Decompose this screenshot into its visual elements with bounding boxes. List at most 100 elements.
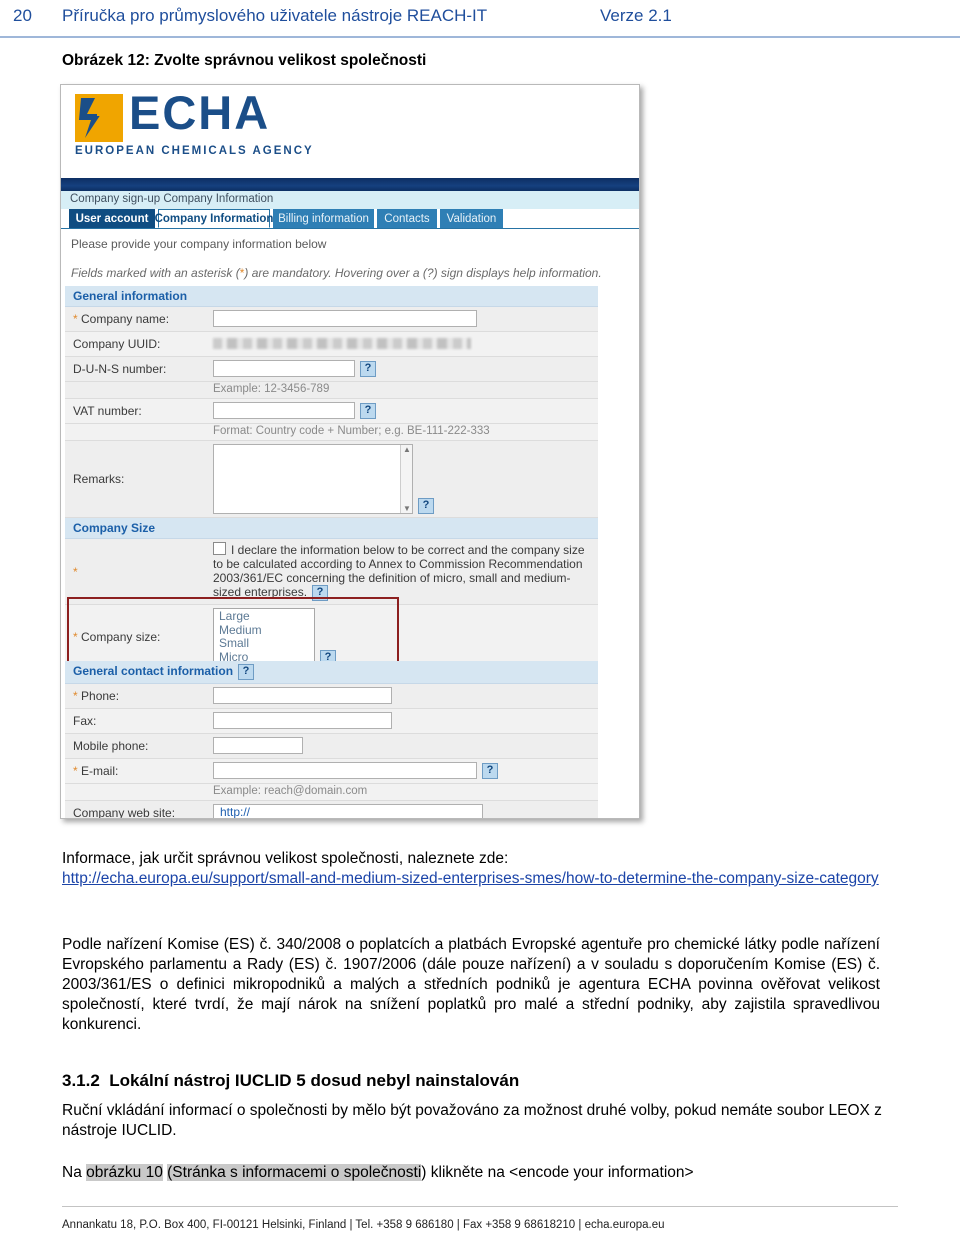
label-company-name: * Company name: bbox=[73, 312, 170, 326]
general-information-table: General information * Company name: Comp… bbox=[65, 286, 598, 518]
iuclid-paragraph: Ruční vkládání informací o společnosti b… bbox=[62, 1102, 882, 1139]
label-company-uuid: Company UUID: bbox=[73, 337, 161, 351]
help-icon-declaration[interactable]: ? bbox=[312, 585, 329, 601]
row-vat-number: VAT number: ? bbox=[65, 398, 598, 424]
form-instruction-secondary: Fields marked with an asterisk (*) are m… bbox=[71, 266, 602, 280]
regulation-paragraph: Podle nařízení Komise (ES) č. 340/2008 o… bbox=[62, 936, 880, 1033]
help-icon-email[interactable]: ? bbox=[482, 762, 498, 779]
echa-star-logo-icon bbox=[75, 94, 123, 142]
highlight-figure-ref: obrázku 10 bbox=[86, 1164, 163, 1181]
textarea-remarks[interactable] bbox=[213, 444, 413, 514]
required-asterisk: * bbox=[73, 564, 78, 579]
row-remarks: Remarks: ? bbox=[65, 440, 598, 518]
value-company-uuid-redacted bbox=[213, 338, 471, 350]
section-header-row: Company Size bbox=[65, 518, 598, 539]
input-fax[interactable] bbox=[213, 712, 392, 730]
label-company-web-site: Company web site: bbox=[73, 806, 176, 819]
required-asterisk: * bbox=[73, 630, 78, 644]
section-heading: 3.1.2 Lokální nástroj IUCLID 5 dosud neb… bbox=[62, 1071, 519, 1091]
row-phone: * Phone: bbox=[65, 683, 598, 709]
checkbox-declaration[interactable] bbox=[213, 542, 226, 555]
listbox-company-size[interactable]: Large Medium Small Micro bbox=[213, 608, 315, 666]
last-line-pre: Na bbox=[62, 1164, 87, 1181]
echa-logo-band: ECHA EUROPEAN CHEMICALS AGENCY bbox=[61, 85, 639, 178]
input-duns-number[interactable] bbox=[213, 360, 355, 378]
section-company-size: Company Size bbox=[65, 518, 598, 539]
instruction-last-line: Na obrázku 10 (Stránka s informacemi o s… bbox=[62, 1163, 922, 1183]
footer-address: Annankatu 18, P.O. Box 400, FI-00121 Hel… bbox=[62, 1219, 665, 1231]
page-number: 20 bbox=[13, 6, 32, 25]
embedded-screenshot: ECHA EUROPEAN CHEMICALS AGENCY Company s… bbox=[60, 84, 640, 819]
section-header-row: General contact information? bbox=[65, 661, 598, 684]
company-size-table: Company Size * I declare the information… bbox=[65, 518, 598, 670]
tab-contacts[interactable]: Contacts bbox=[377, 209, 437, 228]
page-running-header: 20 Příručka pro průmyslového uživatele n… bbox=[0, 0, 960, 38]
row-company-name: * Company name: bbox=[65, 306, 598, 332]
input-company-name[interactable] bbox=[213, 310, 477, 328]
remarks-scrollbar[interactable] bbox=[400, 445, 412, 513]
hint-duns-example: Example: 12-3456-789 bbox=[213, 383, 330, 395]
help-icon-remarks[interactable]: ? bbox=[418, 498, 434, 514]
tab-company-information[interactable]: Company Information bbox=[155, 209, 273, 228]
section-general-information: General information bbox=[65, 286, 598, 307]
input-vat-number[interactable] bbox=[213, 402, 355, 420]
section-general-contact-information: General contact information? bbox=[65, 661, 598, 684]
row-company-size: * Company size: Large Medium Small Micro? bbox=[65, 604, 598, 670]
section-header-row: General information bbox=[65, 286, 598, 307]
tab-validation[interactable]: Validation bbox=[440, 209, 503, 228]
row-declaration: * I declare the information below to be … bbox=[65, 538, 598, 605]
echa-wordmark: ECHA bbox=[129, 86, 271, 139]
row-vat-format: Format: Country code + Number; e.g. BE-1… bbox=[65, 423, 598, 441]
document-title: Příručka pro průmyslového uživatele nást… bbox=[62, 6, 488, 25]
footer-divider bbox=[62, 1206, 898, 1207]
label-vat-number: VAT number: bbox=[73, 404, 142, 418]
tab-billing-information[interactable]: Billing information bbox=[273, 209, 374, 228]
breadcrumb: Company sign-up Company Information bbox=[61, 191, 639, 209]
figure-caption: Obrázek 12: Zvolte správnou velikost spo… bbox=[62, 52, 427, 69]
label-email: * E-mail: bbox=[73, 764, 119, 778]
hint-email-example: Example: reach@domain.com bbox=[213, 785, 368, 797]
help-icon-vat[interactable]: ? bbox=[360, 402, 376, 419]
highlight-page-name: (Stránka s informacemi o společnosti bbox=[167, 1164, 422, 1181]
label-phone: * Phone: bbox=[73, 689, 120, 703]
row-email: * E-mail: ? bbox=[65, 758, 598, 784]
option-large[interactable]: Large bbox=[214, 609, 314, 624]
hint-vat-format: Format: Country code + Number; e.g. BE-1… bbox=[213, 425, 490, 437]
instruction-post: ) are mandatory. Hovering over a (?) sig… bbox=[244, 266, 602, 280]
row-company-web-site: Company web site: http:// bbox=[65, 800, 598, 819]
input-mobile-phone[interactable] bbox=[213, 737, 303, 755]
tab-bar: User account Company Information Billing… bbox=[61, 209, 639, 229]
breadcrumb-text: Company sign-up Company Information bbox=[70, 193, 274, 205]
info-line: Informace, jak určit správnou velikost s… bbox=[62, 850, 509, 867]
row-duns-number: D-U-N-S number: ? bbox=[65, 356, 598, 382]
echa-tagline: EUROPEAN CHEMICALS AGENCY bbox=[75, 145, 314, 157]
row-email-example: Example: reach@domain.com bbox=[65, 783, 598, 801]
row-mobile-phone: Mobile phone: bbox=[65, 733, 598, 759]
general-contact-information-table: General contact information? * Phone: Fa… bbox=[65, 661, 598, 819]
option-small[interactable]: Small bbox=[214, 636, 314, 651]
form-instruction-primary: Please provide your company information … bbox=[71, 237, 327, 251]
help-icon-contact-section[interactable]: ? bbox=[238, 664, 255, 680]
help-icon-duns[interactable]: ? bbox=[360, 360, 376, 377]
section-heading-text: Lokální nástroj IUCLID 5 dosud nebyl nai… bbox=[109, 1071, 520, 1090]
row-company-uuid: Company UUID: bbox=[65, 331, 598, 357]
label-fax: Fax: bbox=[73, 714, 97, 728]
input-phone[interactable] bbox=[213, 687, 392, 705]
instruction-pre: Fields marked with an asterisk ( bbox=[71, 266, 240, 280]
label-remarks: Remarks: bbox=[73, 472, 125, 486]
row-fax: Fax: bbox=[65, 708, 598, 734]
option-medium[interactable]: Medium bbox=[214, 623, 314, 638]
required-asterisk: * bbox=[73, 764, 78, 778]
input-email[interactable] bbox=[213, 762, 477, 780]
label-duns-number: D-U-N-S number: bbox=[73, 362, 167, 376]
echa-size-category-link[interactable]: http://echa.europa.eu/support/small-and-… bbox=[62, 869, 902, 889]
tab-user-account[interactable]: User account bbox=[69, 209, 155, 228]
row-duns-example: Example: 12-3456-789 bbox=[65, 381, 598, 399]
required-asterisk: * bbox=[73, 312, 78, 326]
section-heading-number: 3.1.2 bbox=[62, 1071, 100, 1090]
header-divider bbox=[0, 36, 960, 38]
required-asterisk: * bbox=[73, 689, 78, 703]
input-company-web-site[interactable]: http:// bbox=[213, 804, 483, 818]
document-version: Verze 2.1 bbox=[600, 6, 672, 25]
app-navigation-bar bbox=[61, 178, 639, 191]
